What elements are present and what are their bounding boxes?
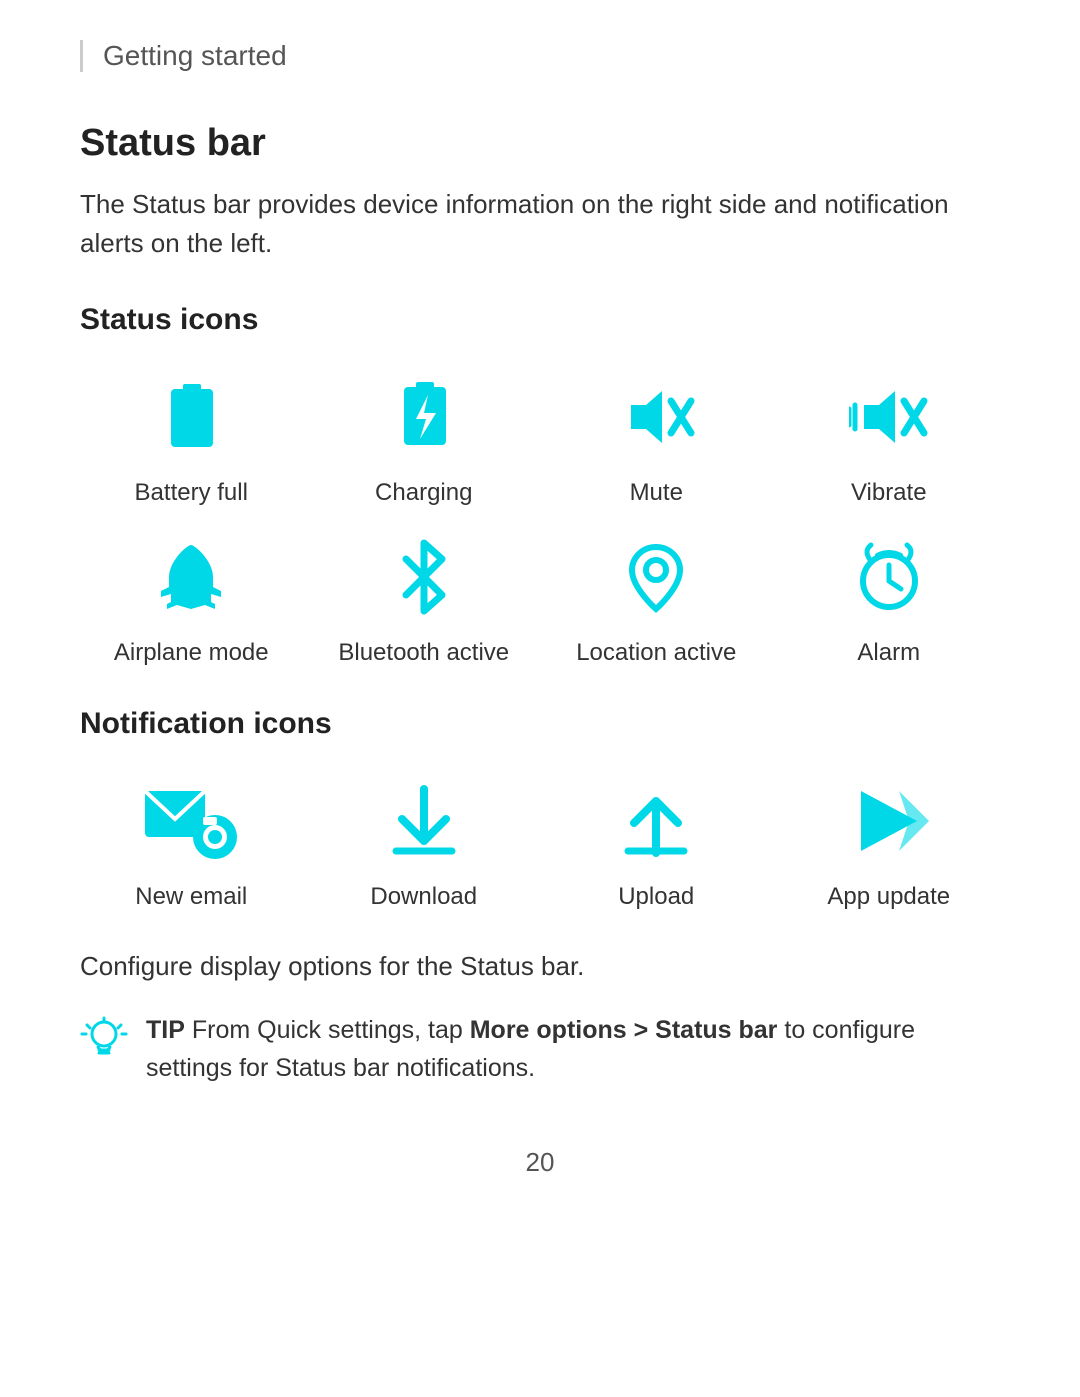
tip-label: TIP: [146, 1016, 185, 1044]
app-update-label: App update: [827, 883, 950, 911]
tip-box: TIP From Quick settings, tap More option…: [80, 1012, 1000, 1087]
section-description: The Status bar provides device informati…: [80, 185, 1000, 263]
new-email-item: New email: [80, 771, 303, 911]
tip-bold: More options > Status bar: [470, 1016, 778, 1044]
vibrate-item: Vibrate: [778, 367, 1001, 507]
charging-label: Charging: [375, 479, 472, 507]
page-title: Status bar: [80, 122, 1000, 165]
location-icon: [606, 527, 706, 627]
bluetooth-label: Bluetooth active: [338, 639, 509, 667]
upload-item: Upload: [545, 771, 768, 911]
status-icons-grid: Battery full Charging Mute: [80, 367, 1000, 667]
download-item: Download: [313, 771, 536, 911]
charging-icon: [374, 367, 474, 467]
tip-text-before: From Quick settings, tap: [185, 1016, 470, 1044]
download-icon: [374, 771, 474, 871]
new-email-icon: [141, 771, 241, 871]
mute-item: Mute: [545, 367, 768, 507]
alarm-label: Alarm: [857, 639, 920, 667]
battery-full-label: Battery full: [135, 479, 248, 507]
page-number: 20: [80, 1147, 1000, 1178]
upload-label: Upload: [618, 883, 694, 911]
configure-text: Configure display options for the Status…: [80, 951, 1000, 982]
location-item: Location active: [545, 527, 768, 667]
airplane-icon: [141, 527, 241, 627]
new-email-label: New email: [135, 883, 247, 911]
airplane-item: Airplane mode: [80, 527, 303, 667]
breadcrumb: Getting started: [80, 40, 1000, 72]
mute-label: Mute: [630, 479, 683, 507]
vibrate-icon: [839, 367, 939, 467]
battery-full-item: Battery full: [80, 367, 303, 507]
battery-full-icon: [141, 367, 241, 467]
alarm-icon: [839, 527, 939, 627]
airplane-label: Airplane mode: [114, 639, 269, 667]
location-label: Location active: [576, 639, 736, 667]
mute-icon: [606, 367, 706, 467]
notification-icons-heading: Notification icons: [80, 707, 1000, 741]
app-update-icon: [839, 771, 939, 871]
download-label: Download: [370, 883, 477, 911]
upload-icon: [606, 771, 706, 871]
app-update-item: App update: [778, 771, 1001, 911]
tip-icon: [80, 1014, 128, 1062]
notification-icons-grid: New email Download Upload: [80, 771, 1000, 911]
bluetooth-item: Bluetooth active: [313, 527, 536, 667]
tip-text: TIP From Quick settings, tap More option…: [146, 1012, 1000, 1087]
charging-item: Charging: [313, 367, 536, 507]
alarm-item: Alarm: [778, 527, 1001, 667]
vibrate-label: Vibrate: [851, 479, 927, 507]
status-icons-heading: Status icons: [80, 303, 1000, 337]
bluetooth-icon: [374, 527, 474, 627]
